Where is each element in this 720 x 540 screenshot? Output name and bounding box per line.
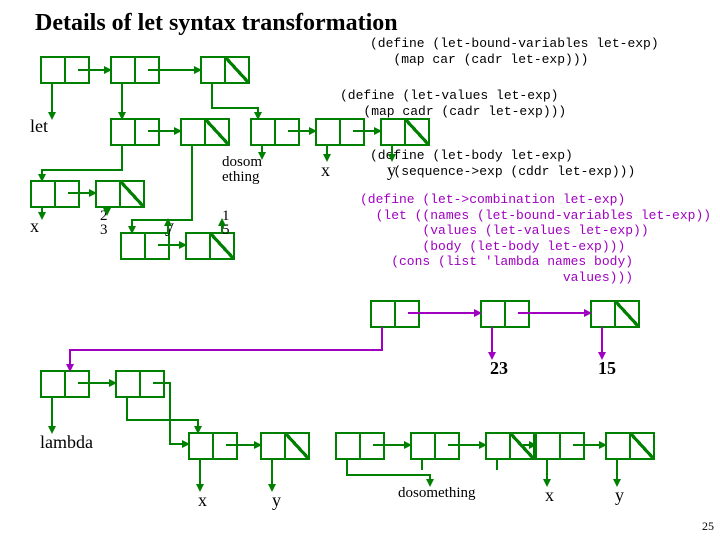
page-number: 25 [702,519,714,534]
purple-arrows [0,0,720,540]
